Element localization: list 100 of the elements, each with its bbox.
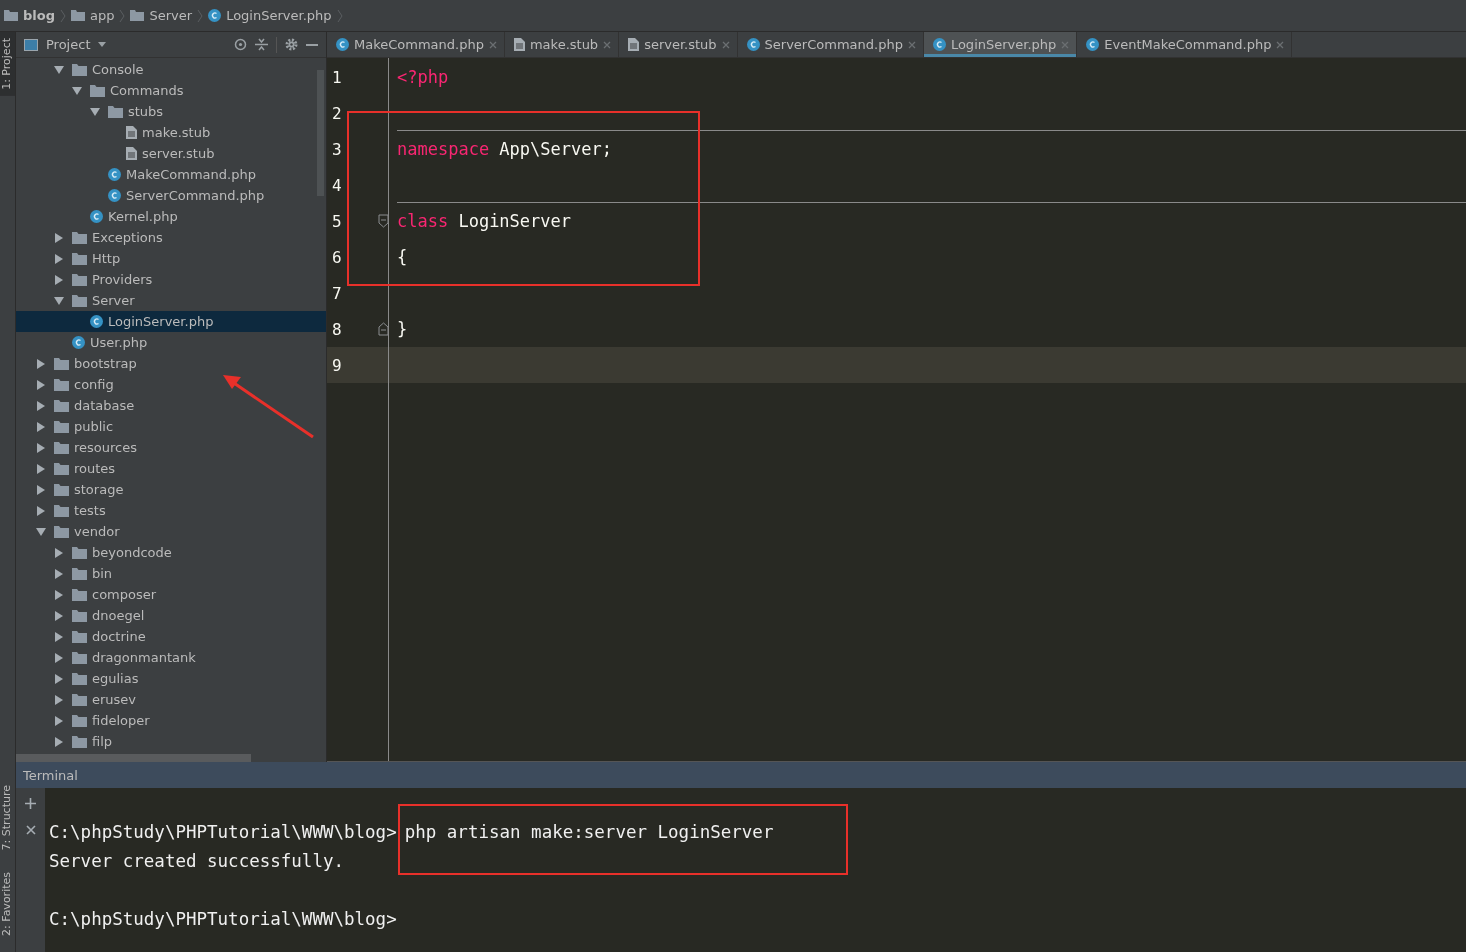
expand-arrow-icon[interactable] bbox=[54, 589, 64, 600]
tree-item[interactable]: resources bbox=[16, 437, 326, 458]
tree-item[interactable]: Console bbox=[16, 59, 326, 80]
scrollbar[interactable] bbox=[16, 754, 251, 762]
tree-item[interactable]: vendor bbox=[16, 521, 326, 542]
code-line: { bbox=[397, 247, 408, 267]
tree-item[interactable]: stubs bbox=[16, 101, 326, 122]
folder-icon bbox=[108, 105, 123, 118]
collapse-icon[interactable] bbox=[255, 38, 268, 51]
tree-item[interactable]: User.php bbox=[16, 332, 326, 353]
tree-item[interactable]: Server bbox=[16, 290, 326, 311]
tree-item[interactable]: Exceptions bbox=[16, 227, 326, 248]
fold-icon[interactable] bbox=[378, 322, 389, 336]
tool-window-tab[interactable]: 1: Project bbox=[0, 32, 15, 96]
class-icon bbox=[72, 336, 85, 349]
code-line: namespace App\Server; bbox=[397, 139, 612, 159]
editor-tab[interactable]: ServerCommand.php bbox=[737, 32, 924, 57]
tree-item[interactable]: erusev bbox=[16, 689, 326, 710]
tree-item[interactable]: server.stub bbox=[16, 143, 326, 164]
tool-window-tab[interactable]: 2: Favorites bbox=[0, 866, 15, 942]
folder-icon bbox=[72, 630, 87, 643]
folder-icon bbox=[54, 504, 69, 517]
tree-item[interactable]: egulias bbox=[16, 668, 326, 689]
file-icon bbox=[126, 126, 137, 139]
tree-item[interactable]: database bbox=[16, 395, 326, 416]
expand-arrow-icon[interactable] bbox=[54, 568, 64, 579]
tree-item[interactable]: Providers bbox=[16, 269, 326, 290]
folder-icon bbox=[72, 651, 87, 664]
file-icon bbox=[126, 147, 137, 160]
tree-item[interactable]: routes bbox=[16, 458, 326, 479]
expand-arrow-icon[interactable] bbox=[54, 253, 64, 264]
tree-item[interactable]: public bbox=[16, 416, 326, 437]
expand-arrow-icon[interactable] bbox=[36, 526, 46, 537]
tree-item[interactable]: dragonmantank bbox=[16, 647, 326, 668]
expand-arrow-icon[interactable] bbox=[36, 421, 46, 432]
dropdown-icon[interactable] bbox=[98, 42, 107, 47]
panel-title[interactable]: Project bbox=[46, 37, 91, 52]
breadcrumb-item[interactable]: blog bbox=[23, 8, 55, 23]
folder-icon bbox=[72, 609, 87, 622]
expand-arrow-icon[interactable] bbox=[36, 463, 46, 474]
chevron-icon bbox=[336, 8, 343, 23]
expand-arrow-icon[interactable] bbox=[54, 64, 64, 75]
expand-arrow-icon[interactable] bbox=[54, 715, 64, 726]
tree-item[interactable]: Kernel.php bbox=[16, 206, 326, 227]
breadcrumb-item[interactable]: Server bbox=[149, 8, 193, 23]
tree-item[interactable]: Http bbox=[16, 248, 326, 269]
fold-icon[interactable] bbox=[378, 214, 389, 228]
settings-icon[interactable] bbox=[285, 38, 298, 51]
breadcrumb-item[interactable]: app bbox=[90, 8, 115, 23]
folder-icon bbox=[54, 483, 69, 496]
tree-item[interactable]: filp bbox=[16, 731, 326, 752]
editor-tab[interactable]: server.stub bbox=[619, 32, 738, 57]
expand-arrow-icon[interactable] bbox=[54, 694, 64, 705]
breadcrumb-item[interactable]: LoginServer.php bbox=[226, 8, 332, 23]
expand-arrow-icon[interactable] bbox=[54, 673, 64, 684]
tree-item[interactable]: beyondcode bbox=[16, 542, 326, 563]
editor-tab[interactable]: MakeCommand.php bbox=[327, 32, 505, 57]
expand-arrow-icon[interactable] bbox=[72, 85, 82, 96]
expand-arrow-icon[interactable] bbox=[36, 505, 46, 516]
expand-arrow-icon[interactable] bbox=[54, 652, 64, 663]
line-number: 6 bbox=[331, 247, 343, 267]
add-icon[interactable] bbox=[25, 798, 36, 809]
expand-arrow-icon[interactable] bbox=[54, 232, 64, 243]
expand-arrow-icon[interactable] bbox=[90, 106, 100, 117]
expand-arrow-icon[interactable] bbox=[54, 274, 64, 285]
tree-item[interactable]: fideloper bbox=[16, 710, 326, 731]
folder-icon bbox=[90, 84, 105, 97]
folder-icon bbox=[72, 231, 87, 244]
locate-icon[interactable] bbox=[234, 38, 247, 51]
expand-arrow-icon[interactable] bbox=[54, 610, 64, 621]
tree-item[interactable]: LoginServer.php bbox=[16, 311, 326, 332]
tool-window-tab[interactable]: 7: Structure bbox=[0, 778, 15, 857]
tree-item[interactable]: storage bbox=[16, 479, 326, 500]
tree-item[interactable]: dnoegel bbox=[16, 605, 326, 626]
tree-item[interactable]: ServerCommand.php bbox=[16, 185, 326, 206]
expand-arrow-icon[interactable] bbox=[54, 631, 64, 642]
tree-item[interactable]: bootstrap bbox=[16, 353, 326, 374]
editor-tab[interactable]: EventMakeCommand.php bbox=[1077, 32, 1293, 57]
expand-arrow-icon[interactable] bbox=[36, 400, 46, 411]
expand-arrow-icon[interactable] bbox=[36, 358, 46, 369]
tree-item[interactable]: Commands bbox=[16, 80, 326, 101]
expand-arrow-icon[interactable] bbox=[36, 379, 46, 390]
close-icon[interactable] bbox=[25, 825, 36, 835]
tree-item[interactable]: make.stub bbox=[16, 122, 326, 143]
tree-item[interactable]: tests bbox=[16, 500, 326, 521]
tree-item[interactable]: composer bbox=[16, 584, 326, 605]
minimize-icon[interactable] bbox=[306, 43, 318, 46]
tree-item[interactable]: doctrine bbox=[16, 626, 326, 647]
editor-tab[interactable]: LoginServer.php bbox=[923, 32, 1078, 57]
tree-item[interactable]: bin bbox=[16, 563, 326, 584]
expand-arrow-icon[interactable] bbox=[54, 295, 64, 306]
folder-icon bbox=[72, 672, 87, 685]
class-icon bbox=[90, 315, 103, 328]
expand-arrow-icon[interactable] bbox=[36, 442, 46, 453]
expand-arrow-icon[interactable] bbox=[54, 736, 64, 747]
expand-arrow-icon[interactable] bbox=[36, 484, 46, 495]
editor-tab[interactable]: make.stub bbox=[504, 32, 620, 57]
expand-arrow-icon[interactable] bbox=[54, 547, 64, 558]
tree-item[interactable]: MakeCommand.php bbox=[16, 164, 326, 185]
tree-item[interactable]: config bbox=[16, 374, 326, 395]
